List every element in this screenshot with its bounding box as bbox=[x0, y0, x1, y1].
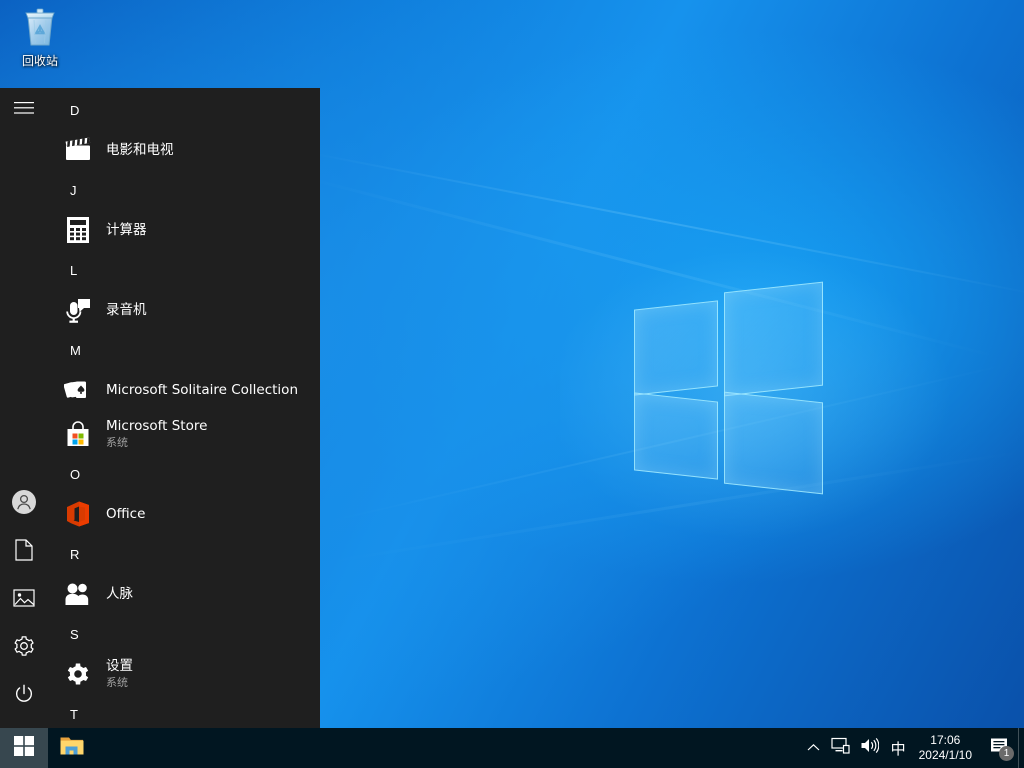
microsoft-store-icon bbox=[62, 418, 94, 450]
app-group-header[interactable]: J bbox=[48, 172, 320, 208]
app-item-text: Microsoft Solitaire Collection bbox=[106, 382, 312, 399]
app-item-people[interactable]: 人脉 bbox=[48, 572, 320, 616]
sidebar-item-power[interactable] bbox=[0, 672, 48, 720]
chevron-up-icon bbox=[807, 739, 820, 757]
start-menu-app-list[interactable]: D 电影和电视 J 计算器 L 录音机 M Microsoft Solitair… bbox=[48, 88, 320, 728]
app-item-label: 计算器 bbox=[106, 221, 147, 238]
speaker-icon bbox=[860, 737, 879, 759]
wallpaper-glow bbox=[560, 230, 980, 560]
logo-pane bbox=[634, 392, 718, 480]
app-item-text: 电影和电视 bbox=[106, 142, 312, 159]
start-button[interactable] bbox=[0, 728, 48, 768]
document-icon bbox=[15, 538, 33, 566]
taskbar-item-file-explorer[interactable] bbox=[48, 728, 96, 768]
hamburger-menu-button[interactable] bbox=[0, 88, 48, 132]
taskbar[interactable]: 中 17:06 2024/1/10 1 bbox=[0, 728, 1024, 768]
app-item-text: 人脉 bbox=[106, 586, 312, 603]
taskbar-app-buttons bbox=[48, 728, 96, 768]
app-item-label: Office bbox=[106, 505, 146, 522]
sidebar-item-settings[interactable] bbox=[0, 624, 48, 672]
notification-badge: 1 bbox=[999, 746, 1014, 761]
clock-time: 17:06 bbox=[930, 732, 961, 747]
app-item-text: 计算器 bbox=[106, 222, 312, 239]
taskbar-spacer bbox=[96, 728, 802, 768]
gear-icon bbox=[62, 658, 94, 690]
start-menu-rail bbox=[0, 88, 48, 728]
calculator-icon bbox=[62, 214, 94, 246]
solitaire-icon bbox=[62, 374, 94, 406]
sidebar-item-documents[interactable] bbox=[0, 528, 48, 576]
logo-pane bbox=[724, 281, 823, 397]
system-tray: 中 17:06 2024/1/10 1 bbox=[802, 728, 1024, 768]
app-item-label: 电影和电视 bbox=[106, 141, 174, 158]
office-icon bbox=[62, 498, 94, 530]
app-item-sublabel: 系统 bbox=[106, 676, 128, 690]
tray-volume-button[interactable] bbox=[855, 728, 884, 768]
app-item-text: 录音机 bbox=[106, 302, 312, 319]
app-item-office[interactable]: Office bbox=[48, 492, 320, 536]
app-item-label: 人脉 bbox=[106, 585, 133, 602]
hamburger-menu-icon bbox=[14, 101, 34, 120]
app-item-sublabel: 系统 bbox=[106, 436, 128, 450]
file-explorer-icon bbox=[59, 734, 85, 763]
ime-icon: 中 bbox=[890, 739, 906, 758]
logo-pane bbox=[724, 391, 823, 495]
movies-tv-icon bbox=[62, 134, 94, 166]
app-item-text: Microsoft Store 系统 bbox=[106, 418, 312, 450]
tray-network-button[interactable] bbox=[826, 728, 855, 768]
app-item-label: 设置 bbox=[106, 658, 133, 675]
windows-logo-icon bbox=[14, 735, 34, 761]
app-item-movies-tv[interactable]: 电影和电视 bbox=[48, 128, 320, 172]
wallpaper-ray bbox=[299, 175, 998, 359]
show-desktop-button[interactable] bbox=[1018, 728, 1024, 768]
tray-ime-button[interactable]: 中 bbox=[884, 728, 913, 768]
power-icon bbox=[13, 683, 35, 710]
app-item-microsoft-store[interactable]: Microsoft Store 系统 bbox=[48, 412, 320, 456]
rail-spacer bbox=[0, 132, 48, 480]
sidebar-item-user[interactable] bbox=[0, 480, 48, 528]
app-group-header[interactable]: L bbox=[48, 252, 320, 288]
start-menu[interactable]: D 电影和电视 J 计算器 L 录音机 M Microsoft Solitair… bbox=[0, 88, 320, 728]
sidebar-item-pictures[interactable] bbox=[0, 576, 48, 624]
app-item-settings[interactable]: 设置 系统 bbox=[48, 652, 320, 696]
app-group-header[interactable]: M bbox=[48, 332, 320, 368]
app-item-text: Office bbox=[106, 506, 312, 523]
app-item-voice-recorder[interactable]: 录音机 bbox=[48, 288, 320, 332]
app-item-label: 录音机 bbox=[106, 301, 147, 318]
recycle-bin-icon bbox=[19, 4, 61, 50]
desktop-icon-label: 回收站 bbox=[21, 54, 58, 68]
app-item-text: 设置 系统 bbox=[106, 658, 312, 690]
app-group-header[interactable]: R bbox=[48, 536, 320, 572]
people-icon bbox=[62, 578, 94, 610]
windows-hero-logo bbox=[634, 281, 824, 495]
action-center-button[interactable]: 1 bbox=[982, 728, 1018, 768]
wallpaper-ray bbox=[299, 150, 1024, 297]
app-group-header[interactable]: D bbox=[48, 92, 320, 128]
desktop-icon-recycle-bin[interactable]: 回收站 bbox=[4, 4, 76, 80]
logo-pane bbox=[634, 300, 718, 396]
picture-icon bbox=[13, 588, 35, 612]
app-group-header[interactable]: S bbox=[48, 616, 320, 652]
voice-recorder-icon bbox=[62, 294, 94, 326]
app-item-label: Microsoft Store bbox=[106, 418, 208, 435]
wallpaper-ray bbox=[329, 450, 1022, 563]
app-group-header[interactable]: O bbox=[48, 456, 320, 492]
user-account-icon bbox=[11, 489, 37, 520]
wallpaper-ray bbox=[329, 362, 1013, 522]
tray-overflow-button[interactable] bbox=[802, 728, 826, 768]
taskbar-clock[interactable]: 17:06 2024/1/10 bbox=[913, 728, 982, 768]
app-group-header[interactable]: T bbox=[48, 696, 320, 728]
app-item-label: Microsoft Solitaire Collection bbox=[106, 381, 298, 398]
app-item-solitaire[interactable]: Microsoft Solitaire Collection bbox=[48, 368, 320, 412]
network-icon bbox=[830, 737, 850, 759]
app-item-calculator[interactable]: 计算器 bbox=[48, 208, 320, 252]
desktop[interactable]: 回收站 D 电影和电视 J 计算器 L 录音机 M Microsoft Soli… bbox=[0, 0, 1024, 768]
clock-date: 2024/1/10 bbox=[918, 748, 972, 762]
gear-icon bbox=[13, 635, 35, 662]
